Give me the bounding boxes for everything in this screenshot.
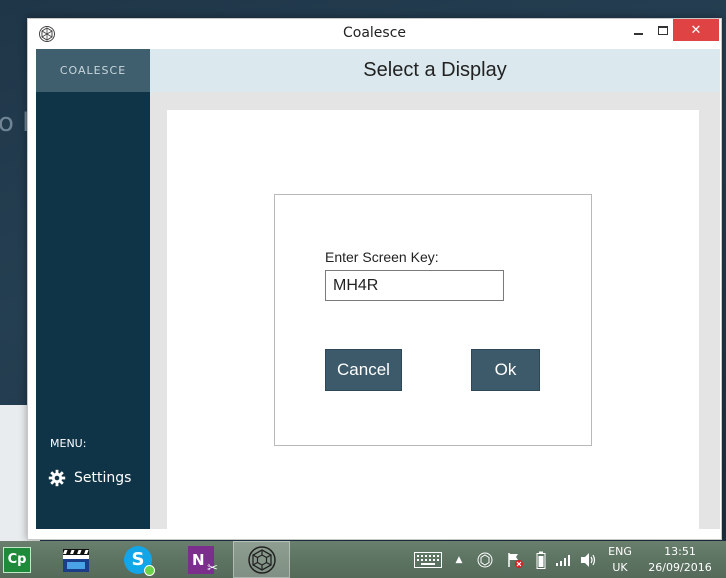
tray-network[interactable] (553, 541, 575, 578)
region-code: UK (612, 560, 628, 574)
tray-coalesce[interactable] (474, 541, 496, 578)
touch-keyboard-button[interactable] (412, 541, 444, 578)
clock-time: 13:51 (664, 544, 696, 558)
film-clapper-icon (63, 548, 89, 572)
tray-clock[interactable]: 13:51 26/09/2016 (648, 541, 712, 578)
onenote-icon: N ✂ (188, 545, 218, 576)
cp-icon: Cp (3, 546, 31, 573)
clock: 13:51 26/09/2016 (648, 544, 711, 576)
taskbar-app-skype[interactable]: S (110, 541, 166, 578)
ok-button[interactable]: Ok (471, 349, 540, 391)
maximize-icon (658, 25, 668, 35)
window-title: Coalesce (342, 25, 407, 41)
signal-bars-icon (556, 554, 570, 566)
screen-key-dialog: Enter Screen Key: Cancel Ok (274, 194, 592, 446)
coalesce-icon (247, 545, 276, 574)
settings-label: Settings (74, 470, 132, 486)
cancel-button[interactable]: Cancel (325, 349, 402, 391)
onenote-icon-label: N (192, 550, 205, 569)
taskbar-app-movie-maker[interactable] (48, 541, 104, 578)
tray-battery[interactable] (532, 541, 550, 578)
battery-icon (536, 551, 546, 569)
gear-icon (48, 469, 66, 487)
sidebar-brand[interactable]: COALESCE (36, 49, 150, 92)
flag-alert-icon (508, 552, 523, 568)
language-indicator: ENG UK (608, 544, 632, 576)
page-title: Select a Display (150, 49, 720, 92)
tray-action-center[interactable] (504, 541, 526, 578)
screen-key-label: Enter Screen Key: (325, 249, 439, 265)
close-icon: ✕ (690, 22, 702, 38)
sidebar-item-settings[interactable]: Settings (48, 469, 131, 487)
content-panel: Enter Screen Key: Cancel Ok (167, 110, 699, 529)
chevron-up-icon: ▲ (455, 554, 463, 565)
speaker-icon (581, 552, 596, 567)
screen-key-input[interactable] (325, 270, 504, 301)
language-code: ENG (608, 544, 632, 558)
tray-language[interactable]: ENG UK (603, 541, 637, 578)
taskbar-app-captivate[interactable]: Cp (0, 541, 34, 578)
minimize-icon (633, 33, 643, 35)
keyboard-icon (414, 551, 442, 568)
clock-date: 26/09/2016 (648, 560, 712, 574)
close-button[interactable]: ✕ (673, 19, 719, 41)
skype-icon: S (124, 545, 155, 576)
sidebar: COALESCE MENU: Settings (36, 49, 150, 529)
coalesce-window: Coalesce ✕ COALESCE MENU: Settings Selec… (27, 18, 722, 540)
coalesce-tray-icon (477, 552, 493, 567)
skype-icon-label: S (131, 549, 145, 570)
cp-icon-label: Cp (7, 552, 27, 567)
taskbar-app-onenote[interactable]: N ✂ (173, 541, 229, 578)
taskbar-app-coalesce[interactable] (233, 541, 290, 578)
desktop-background-text: o l (0, 108, 30, 138)
title-bar[interactable]: Coalesce ✕ (28, 19, 721, 49)
menu-label: MENU: (50, 437, 87, 450)
taskbar: Cp S N ✂ ▲ ENG UK 13:51 26/09/2016 (0, 541, 726, 578)
tray-volume[interactable] (577, 541, 599, 578)
status-online-icon (144, 564, 155, 576)
show-hidden-icons-button[interactable]: ▲ (452, 541, 466, 578)
scissors-icon: ✂ (207, 560, 218, 576)
main-area: Select a Display Enter Screen Key: Cance… (150, 49, 720, 529)
